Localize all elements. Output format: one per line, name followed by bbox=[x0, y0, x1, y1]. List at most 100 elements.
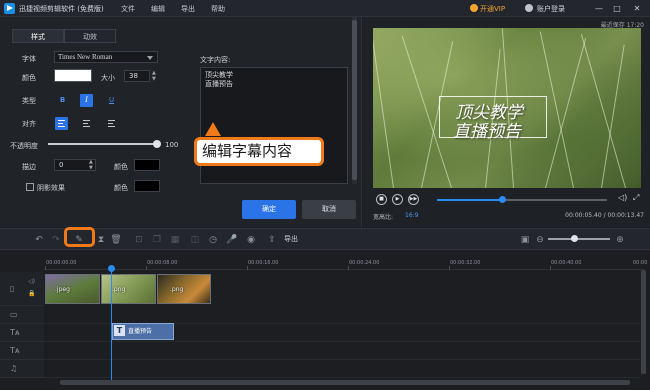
confirm-button[interactable]: 确定 bbox=[242, 200, 296, 219]
user-icon bbox=[525, 4, 533, 12]
redo-icon[interactable]: ↷ bbox=[50, 234, 62, 246]
undo-icon[interactable]: ↶ bbox=[33, 234, 45, 246]
timeline-vertical-scrollbar[interactable] bbox=[641, 270, 646, 374]
vip-crown-icon bbox=[470, 4, 478, 12]
bold-button[interactable]: B bbox=[56, 94, 69, 107]
app-title: 迅捷视频剪辑软件 (免费版) bbox=[19, 5, 104, 13]
pip-track-icon: ▭ bbox=[10, 310, 18, 319]
font-select[interactable]: Times New Roman bbox=[54, 51, 158, 63]
play-button[interactable]: ▶ bbox=[392, 194, 403, 205]
track-lock-icon[interactable]: 🔒 bbox=[28, 290, 35, 297]
panel-scrollbar-thumb[interactable] bbox=[352, 20, 357, 180]
shadow-color-swatch[interactable] bbox=[134, 180, 160, 192]
ruler-tick-label: 00:00:08.00 bbox=[147, 260, 178, 266]
delete-icon[interactable]: 🗑 bbox=[110, 234, 122, 246]
track-header: Tᴀ bbox=[0, 342, 44, 360]
playhead-handle[interactable] bbox=[108, 265, 115, 272]
timeline-track[interactable] bbox=[44, 306, 640, 324]
ruler-tick bbox=[45, 266, 46, 270]
align-left-button[interactable] bbox=[55, 117, 68, 130]
text-clip-icon: T bbox=[114, 325, 125, 336]
menu-file[interactable]: 文件 bbox=[121, 4, 135, 14]
video-clip[interactable]: .png bbox=[157, 274, 211, 304]
clip-name: .png bbox=[112, 286, 126, 293]
ruler-tick bbox=[449, 266, 450, 270]
audio-detach-icon[interactable]: ◉ bbox=[245, 234, 257, 246]
text-track-icon: Tᴀ bbox=[10, 346, 20, 355]
stop-button[interactable]: ■ bbox=[376, 194, 387, 205]
menu-edit[interactable]: 编辑 bbox=[151, 4, 165, 14]
export-button[interactable]: 导出 bbox=[284, 234, 298, 244]
timeline-track[interactable] bbox=[44, 342, 640, 360]
opacity-slider-track[interactable] bbox=[48, 143, 158, 145]
freeze-icon[interactable]: ◫ bbox=[189, 234, 201, 246]
zoom-in-icon[interactable]: ⊕ bbox=[614, 234, 626, 246]
tab-style[interactable]: 样式 bbox=[12, 29, 64, 43]
video-preview[interactable]: 顶尖教学 直播预告 bbox=[373, 28, 641, 188]
text-content-label: 文字内容: bbox=[200, 56, 231, 64]
subtitle-view-icon[interactable]: ▣ bbox=[519, 234, 531, 246]
font-size-input[interactable]: 38 bbox=[124, 70, 150, 82]
clip-name: .jpeg bbox=[55, 286, 70, 293]
stroke-color-label: 颜色 bbox=[114, 163, 128, 171]
minimize-button[interactable]: — bbox=[592, 2, 606, 15]
color-label: 颜色 bbox=[22, 74, 36, 82]
mosaic-icon[interactable]: ▦ bbox=[169, 234, 181, 246]
ruler-tick bbox=[550, 266, 551, 270]
split-icon[interactable]: ⧗ bbox=[95, 234, 107, 246]
copy-icon[interactable]: ❐ bbox=[151, 234, 163, 246]
playback-progress-fill bbox=[437, 199, 502, 201]
tab-animation[interactable]: 动效 bbox=[64, 29, 116, 43]
maximize-button[interactable]: □ bbox=[610, 2, 624, 15]
align-right-button[interactable] bbox=[105, 117, 118, 130]
cancel-button[interactable]: 取消 bbox=[302, 200, 356, 219]
shadow-checkbox[interactable] bbox=[26, 183, 34, 191]
italic-button[interactable]: I bbox=[80, 94, 93, 107]
playback-progress-knob[interactable] bbox=[498, 196, 506, 203]
close-button[interactable]: ✕ bbox=[630, 2, 644, 15]
shadow-label: 阴影效果 bbox=[37, 184, 65, 192]
stroke-color-swatch[interactable] bbox=[134, 159, 160, 171]
video-clip[interactable]: .png bbox=[101, 274, 156, 304]
edit-subtitle-callout: 编辑字幕内容 bbox=[194, 137, 324, 166]
align-right-icon bbox=[108, 120, 115, 127]
align-left-icon bbox=[58, 120, 65, 127]
align-center-button[interactable] bbox=[80, 117, 93, 130]
duration-icon[interactable]: ◷ bbox=[207, 234, 219, 246]
playhead-line bbox=[111, 268, 112, 385]
aspect-ratio-label: 宽高比: bbox=[373, 214, 394, 221]
volume-icon[interactable]: ◁) bbox=[618, 193, 627, 202]
menu-help[interactable]: 帮助 bbox=[211, 4, 225, 14]
clip-name: .png bbox=[170, 286, 184, 293]
ruler-tick bbox=[146, 266, 147, 270]
ruler-tick bbox=[348, 266, 349, 270]
align-center-icon bbox=[83, 120, 90, 127]
font-color-swatch[interactable] bbox=[54, 69, 92, 82]
stroke-spinner-icon[interactable]: ▲ ▼ bbox=[89, 159, 93, 171]
fullscreen-icon[interactable]: ⤢ bbox=[633, 193, 639, 203]
next-frame-button[interactable]: ▶▶ bbox=[408, 194, 419, 205]
microphone-icon[interactable]: 🎤 bbox=[226, 234, 238, 246]
login-button[interactable]: 账户登录 bbox=[537, 4, 565, 14]
timeline-track[interactable] bbox=[44, 360, 640, 378]
timeline-horizontal-scrollbar[interactable] bbox=[60, 380, 630, 385]
opacity-slider-knob[interactable] bbox=[153, 140, 161, 148]
vip-button[interactable]: 开通VIP bbox=[480, 4, 505, 14]
crop-icon[interactable]: ⊡ bbox=[133, 234, 145, 246]
underline-button[interactable]: U bbox=[105, 94, 118, 107]
zoom-slider-knob[interactable] bbox=[571, 235, 578, 242]
export-icon[interactable]: ⇪ bbox=[266, 234, 278, 246]
text-content-input[interactable]: 顶尖教学 直播预告 bbox=[200, 67, 348, 184]
app-logo-icon bbox=[4, 3, 15, 14]
zoom-slider-track[interactable] bbox=[548, 238, 610, 240]
ruler-tick bbox=[247, 266, 248, 270]
video-clip[interactable]: .jpeg bbox=[45, 274, 100, 304]
zoom-out-icon[interactable]: ⊖ bbox=[534, 234, 546, 246]
track-volume-icon[interactable]: ◁) bbox=[28, 278, 35, 285]
size-spinner-icon[interactable]: ▲ ▼ bbox=[152, 70, 156, 82]
shadow-color-label: 颜色 bbox=[114, 184, 128, 192]
aspect-ratio-value[interactable]: 16:9 bbox=[405, 212, 418, 219]
callout-arrow-icon bbox=[205, 122, 221, 136]
menu-export[interactable]: 导出 bbox=[181, 4, 195, 14]
ruler-tick-label: 00:00:32.00 bbox=[450, 260, 481, 266]
